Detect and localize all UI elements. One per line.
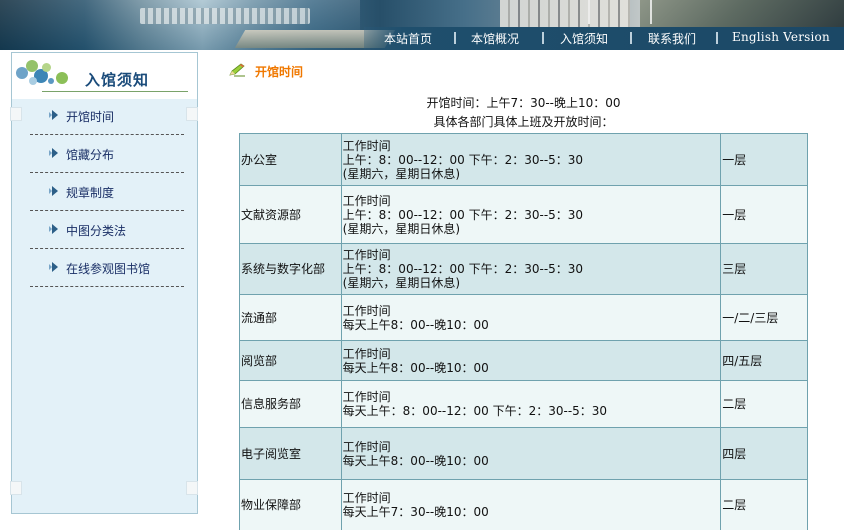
department-cell: 阅览部	[239, 340, 342, 381]
floor-cell: 一/二/三层	[720, 294, 808, 341]
hours-line: 工作时间	[342, 439, 391, 454]
sidebar-item-classification[interactable]: 中图分类法	[30, 211, 184, 249]
sidebar-header: 入馆须知	[12, 53, 197, 99]
banner-photo-dam	[140, 8, 310, 24]
arrow-right-icon	[49, 224, 58, 234]
table-row: 物业保障部 工作时间 每天上午7：30--晚10：00 二层	[239, 479, 808, 530]
department-cell: 电子阅览室	[239, 427, 342, 480]
table-row: 系统与数字化部 工作时间 上午：8：00--12：00 下午：2：30--5：30(…	[239, 243, 808, 295]
floor-cell: 二层	[720, 479, 808, 530]
department-hours-subtitle: 具体各部门具体上班及开放时间：	[433, 115, 614, 129]
sidebar-item-label: 馆藏分布	[66, 148, 115, 162]
hours-line: (星期六，星期日休息)	[342, 166, 461, 181]
nav-home[interactable]: 本站首页	[384, 30, 432, 47]
nav-contact[interactable]: 联系我们	[648, 30, 696, 47]
sidebar: 入馆须知 开馆时间 馆藏分布 规章制度 中图分类法 在线参观图书馆	[10, 52, 198, 514]
arrow-right-icon	[49, 186, 58, 196]
top-nav: 本站首页 本馆概况 入馆须知 联系我们 English Version	[364, 27, 844, 50]
table-row: 信息服务部 工作时间 每天上午：8：00--12：00 下午：2：30--5：30 二…	[239, 380, 808, 428]
department-hours-table: 办公室 工作时间 上午：8：00--12：00 下午：2：30--5：30 (星期六，…	[239, 133, 808, 530]
table-row: 文献资源部 工作时间 上午：8：00--12：00 下午：2：30--5：30 (星期…	[239, 185, 808, 244]
nav-english-version[interactable]: English Version	[732, 30, 830, 44]
sidebar-corner	[186, 107, 198, 121]
hours-line: 上午：8：00--12：00 下午：2：30--5：30	[342, 262, 584, 276]
hours-line: 工作时间	[342, 346, 391, 361]
department-cell: 物业保障部	[239, 479, 342, 530]
header-banner: 本站首页 本馆概况 入馆须知 联系我们 English Version	[0, 0, 844, 50]
hours-line: 上午：8：00--12：00 下午：2：30--5：30	[342, 152, 584, 167]
sidebar-corner	[10, 107, 22, 121]
hours-cell: 工作时间 每天上午7：30--晚10：00	[340, 479, 722, 530]
department-cell: 信息服务部	[239, 380, 342, 428]
hours-line: 工作时间	[342, 491, 391, 505]
sidebar-corner	[186, 481, 198, 495]
hours-line: 每天上午8：00--晚10：00	[342, 453, 489, 468]
floor-cell: 二层	[720, 380, 808, 428]
hours-cell: 工作时间 上午：8：00--12：00 下午：2：30--5：30 (星期六，星期日…	[340, 185, 722, 244]
hours-cell: 工作时间 上午：8：00--12：00 下午：2：30--5：30 (星期六，星期日…	[340, 133, 722, 186]
hours-line: 工作时间	[342, 193, 391, 208]
hours-line: 每天上午：8：00--12：00 下午：2：30--5：30	[342, 404, 608, 418]
arrow-right-icon	[49, 148, 58, 158]
sidebar-item-opening-hours[interactable]: 开馆时间	[30, 97, 184, 135]
department-cell: 系统与数字化部	[239, 243, 342, 295]
floor-cell: 三层	[720, 243, 808, 295]
hours-line: 上午：8：00--12：00 下午：2：30--5：30	[342, 207, 584, 222]
hours-line: (星期六，星期日休息)	[342, 276, 461, 290]
pencil-icon	[229, 63, 245, 77]
sidebar-item-label: 规章制度	[66, 186, 115, 200]
opening-hours-summary: 开馆时间：上午7：30--晚上10：00	[426, 96, 621, 110]
sidebar-title: 入馆须知	[85, 71, 150, 89]
hours-line: 每天上午8：00--晚10：00	[342, 360, 489, 375]
floor-cell: 一层	[720, 185, 808, 244]
department-cell: 文献资源部	[239, 185, 342, 244]
hours-cell: 工作时间 每天上午：8：00--12：00 下午：2：30--5：30	[340, 380, 722, 428]
arrow-right-icon	[49, 110, 58, 120]
banner-frame-line	[650, 0, 652, 24]
sidebar-item-collection[interactable]: 馆藏分布	[30, 135, 184, 173]
table-row: 阅览部 工作时间 每天上午8：00--晚10：00 四/五层	[239, 340, 808, 381]
nav-separator	[630, 32, 632, 44]
table-row: 流通部 工作时间 每天上午8：00--晚10：00 一/二/三层	[239, 294, 808, 341]
sidebar-corner	[10, 481, 22, 495]
hours-line: 工作时间	[342, 248, 391, 262]
department-cell: 办公室	[239, 133, 342, 186]
banner-photo-building	[500, 0, 630, 28]
department-cell: 流通部	[239, 294, 342, 341]
sidebar-title-underline	[42, 91, 188, 92]
nav-separator	[716, 32, 718, 44]
nav-visitor-guide[interactable]: 入馆须知	[560, 30, 608, 47]
banner-photo-hill	[640, 0, 844, 28]
floor-cell: 一层	[720, 133, 808, 186]
bubbles-logo-icon	[12, 53, 82, 93]
sidebar-item-rules[interactable]: 规章制度	[30, 173, 184, 211]
floor-cell: 四/五层	[720, 340, 808, 381]
floor-cell: 四层	[720, 427, 808, 480]
arrow-right-icon	[49, 262, 58, 272]
sidebar-item-label: 开馆时间	[66, 110, 115, 124]
hours-cell: 工作时间 每天上午8：00--晚10：00	[340, 340, 722, 381]
nav-about[interactable]: 本馆概况	[471, 30, 519, 47]
table-row: 办公室 工作时间 上午：8：00--12：00 下午：2：30--5：30 (星期六，…	[239, 133, 808, 186]
hours-cell: 工作时间 每天上午8：00--晚10：00	[340, 294, 722, 341]
page-title: 开馆时间	[255, 65, 304, 79]
sidebar-item-online-tour[interactable]: 在线参观图书馆	[30, 249, 184, 287]
hours-line: 每天上午8：00--晚10：00	[342, 317, 489, 332]
hours-line: 工作时间	[342, 303, 391, 318]
banner-frame-line	[588, 0, 590, 24]
nav-separator	[454, 32, 456, 44]
hours-line: 每天上午7：30--晚10：00	[342, 505, 489, 519]
nav-separator	[542, 32, 544, 44]
hours-cell: 工作时间 上午：8：00--12：00 下午：2：30--5：30 (星期六，星期日…	[340, 243, 722, 295]
sidebar-item-label: 在线参观图书馆	[66, 262, 151, 276]
table-row: 电子阅览室 工作时间 每天上午8：00--晚10：00 四层	[239, 427, 808, 480]
hours-cell: 工作时间 每天上午8：00--晚10：00	[340, 427, 722, 480]
hours-line: 工作时间	[342, 138, 391, 153]
hours-line: (星期六，星期日休息)	[342, 221, 461, 236]
hours-line: 工作时间	[342, 390, 391, 404]
sidebar-item-label: 中图分类法	[66, 224, 127, 238]
